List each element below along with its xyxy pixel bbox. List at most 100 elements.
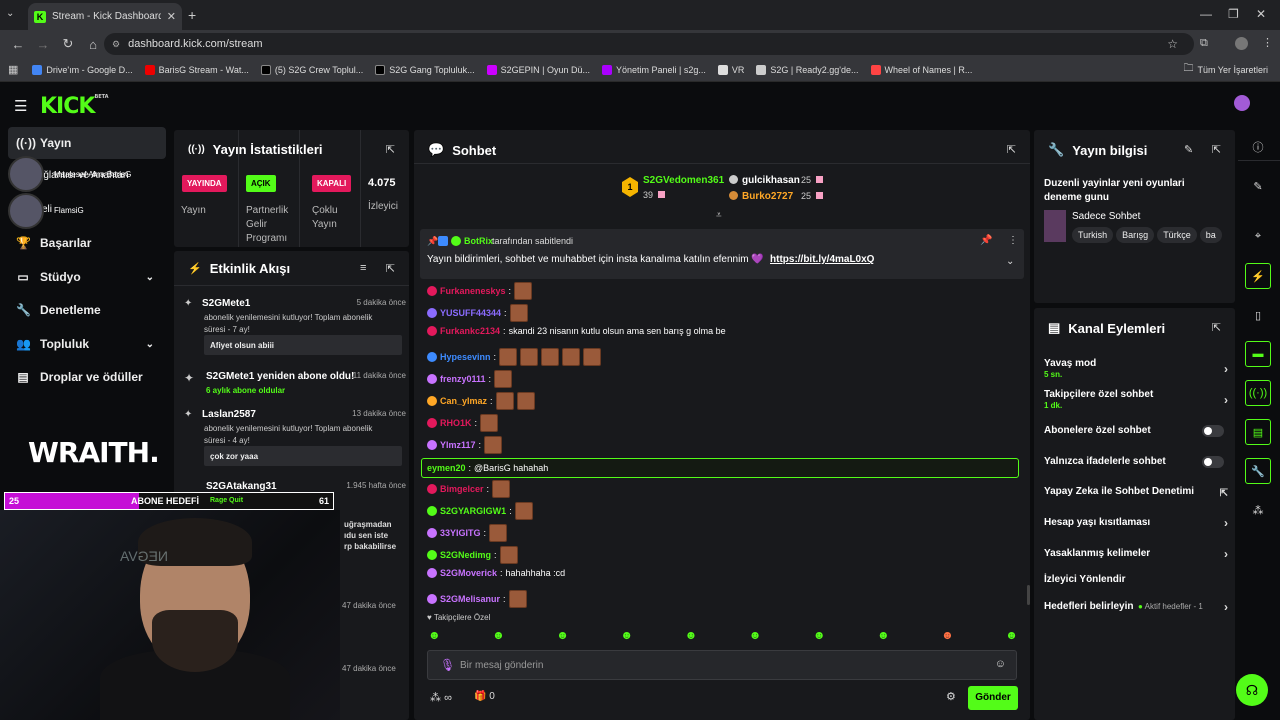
more-options-icon[interactable]: ⋮ (1008, 235, 1018, 246)
chat-username[interactable]: S2GMelisanur (440, 594, 500, 604)
sidebar-item-basarilar[interactable]: 🏆 Başarılar (8, 227, 166, 259)
slow-mode-setting[interactable]: Yavaş mod 5 sn. › (1044, 358, 1228, 379)
ai-moderation-setting[interactable]: Yapay Zeka ile Sohbet Denetimi ⇱ (1044, 486, 1228, 499)
profile-icon[interactable] (1235, 37, 1248, 50)
sidebar-item-topluluk[interactable]: 👥 Topluluk ⌄ (8, 328, 166, 360)
url-input[interactable]: ⚙ dashboard.kick.com/stream ☆ (104, 33, 1194, 55)
chat-username[interactable]: Furkankc2134 (440, 326, 500, 336)
chevron-down-icon[interactable]: ⌄ (1006, 256, 1014, 267)
expand-gifters-icon[interactable]: ⩡ (716, 210, 722, 221)
new-tab-icon[interactable]: + (188, 7, 196, 23)
emote-button[interactable]: ☻ (428, 628, 441, 642)
bookmark-item[interactable]: (5) S2G Crew Toplul... (260, 64, 363, 75)
all-bookmarks[interactable]: 🗀 Tüm Yer İşaretleri (1183, 61, 1268, 78)
bookmark-item[interactable]: Wheel of Names | R... (870, 64, 972, 75)
home-icon[interactable]: ⌂ (86, 37, 100, 52)
close-window-icon[interactable]: ✕ (1256, 7, 1266, 21)
chat-username[interactable]: frenzy0111 (440, 374, 486, 384)
minimize-icon[interactable]: — (1200, 7, 1212, 21)
popout-icon[interactable]: ⇱ (1212, 143, 1221, 156)
apps-icon[interactable]: ▦ (8, 63, 18, 76)
bookmark-item[interactable]: Drive'ım - Google D... (32, 64, 133, 75)
gift-count[interactable]: 🎁 0 (474, 691, 495, 702)
popout-icon[interactable]: ⇱ (1007, 143, 1016, 156)
chat-username[interactable]: eymen20 (427, 463, 466, 473)
emote-button[interactable]: ☻ (1005, 628, 1018, 642)
channel-avatar[interactable] (8, 193, 44, 229)
emote-button[interactable]: ☻ (941, 628, 954, 642)
chat-username[interactable]: YUSUFF44344 (440, 308, 501, 318)
emote-button[interactable]: ☻ (492, 628, 505, 642)
restore-icon[interactable]: ❐ (1228, 7, 1239, 21)
top-gifter-name[interactable]: Burko2727 (742, 191, 793, 202)
edit-icon[interactable]: ✎ (1184, 143, 1193, 156)
send-button[interactable]: Gönder (968, 686, 1018, 710)
emotes-only-setting[interactable]: Yalnızca ifadelerle sohbet (1044, 456, 1224, 468)
subscribers-only-setting[interactable]: Abonelere özel sohbet (1044, 425, 1224, 437)
chat-username[interactable]: Bimgelcer (440, 484, 484, 494)
target-icon[interactable]: ⌖ (1245, 223, 1271, 249)
chat-username[interactable]: Ylmz117 (440, 440, 476, 450)
tag[interactable]: Barışg (1116, 227, 1155, 243)
channel-avatar[interactable] (8, 156, 44, 192)
bookmark-item[interactable]: S2G Gang Topluluk... (375, 64, 475, 75)
extensions-icon[interactable]: ⧉ (1200, 37, 1208, 50)
emotes-only-toggle[interactable] (1202, 456, 1224, 468)
user-avatar[interactable] (1234, 95, 1250, 111)
chat-icon[interactable]: ▬ (1245, 341, 1271, 367)
chat-username[interactable]: S2GNedimg (440, 550, 491, 560)
reload-icon[interactable]: ↻ (61, 36, 75, 52)
pinned-by-user[interactable]: BotRix (464, 236, 493, 246)
bookmark-item[interactable]: Yönetim Paneli | s2g... (601, 64, 706, 75)
sidebar-item-droplar[interactable]: ▤ Droplar ve ödüller (8, 361, 166, 393)
pinned-link[interactable]: https://bit.ly/4maL0xQ (770, 254, 874, 265)
close-tab-icon[interactable]: ✕ (167, 10, 176, 23)
chat-username[interactable]: Can_ylmaz (440, 396, 487, 406)
info-icon[interactable]: ⓘ (1245, 134, 1271, 160)
broadcast-icon[interactable]: ((·)) (1245, 380, 1271, 406)
back-icon[interactable]: ← (11, 37, 25, 52)
sidebar-item-denetleme[interactable]: 🔧 Denetleme (8, 294, 166, 326)
emote-button[interactable]: ☻ (813, 628, 826, 642)
emote-button[interactable]: ☻ (877, 628, 890, 642)
chat-scrollbar[interactable] (1027, 585, 1030, 605)
popout-icon[interactable]: ⇱ (386, 262, 395, 275)
bookmark-item[interactable]: VR (717, 64, 744, 75)
unpin-icon[interactable]: 📌 (980, 235, 992, 246)
chat-username[interactable]: RHO1K (440, 418, 472, 428)
lightning-icon[interactable]: ⚡ (1245, 263, 1271, 289)
tag[interactable]: ba (1199, 227, 1222, 243)
chat-username[interactable]: Furkaneneskys (440, 286, 506, 296)
emote-button[interactable]: ☻ (685, 628, 698, 642)
emote-button[interactable]: ☻ (620, 628, 633, 642)
forward-icon[interactable]: → (36, 37, 50, 52)
bookmark-item[interactable]: S2G | Ready2.gg'de... (756, 64, 859, 75)
emoji-icon[interactable]: ☺ (995, 658, 1006, 670)
top-gifter-name[interactable]: S2GVedomen361 (643, 175, 724, 186)
emote-button[interactable]: ☻ (749, 628, 762, 642)
bookmark-item[interactable]: S2GEPIN | Oyun Dü... (486, 64, 590, 75)
browser-menu-icon[interactable]: ⋮ (1262, 36, 1273, 49)
chat-username[interactable]: 33YIGITG (440, 528, 481, 538)
account-age-setting[interactable]: Hesap yaşı kısıtlaması › (1044, 516, 1228, 530)
followers-only-setting[interactable]: Takipçilere özel sohbet 1 dk. › (1044, 389, 1228, 410)
tab-search-icon[interactable]: ⌄ (6, 8, 14, 19)
filter-icon[interactable]: ≡ (360, 262, 366, 274)
sidebar-item-yayin[interactable]: ((·)) Yayın (8, 127, 166, 159)
popout-icon[interactable]: ⇱ (386, 143, 395, 156)
edit-icon[interactable]: ✎ (1245, 173, 1271, 199)
chat-username[interactable]: Hypesevinn (440, 352, 491, 362)
top-gifter-name[interactable]: gulcikhasan (742, 175, 800, 186)
support-button[interactable]: ☊ (1236, 674, 1268, 706)
points-display[interactable]: ⁂ ∞ (430, 691, 452, 704)
popout-icon[interactable]: ⇱ (1212, 321, 1221, 334)
sidebar-item-studyo[interactable]: ▭ Stüdyo ⌄ (8, 261, 166, 293)
raid-setting[interactable]: İzleyici Yönlendir (1044, 574, 1222, 585)
kick-logo[interactable]: KICKBETA (40, 94, 109, 119)
emote-button[interactable]: ☻ (556, 628, 569, 642)
notes-icon[interactable]: ▯ (1245, 302, 1271, 328)
bookmark-star-icon[interactable]: ☆ (1167, 37, 1178, 51)
chat-settings-icon[interactable]: ⚙ (946, 690, 956, 703)
banned-words-setting[interactable]: Yasaklanmış kelimeler › (1044, 547, 1228, 561)
moderation-icon[interactable]: ▤ (1245, 419, 1271, 445)
